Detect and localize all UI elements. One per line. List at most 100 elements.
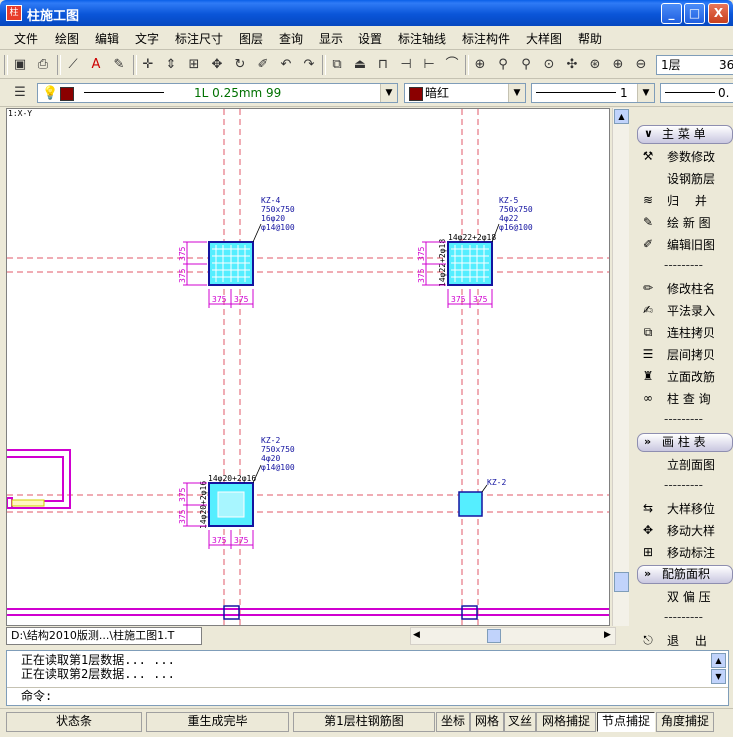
menu-layer[interactable]: 图层 — [239, 30, 263, 47]
undo-icon[interactable]: ↶ — [276, 55, 296, 75]
linetype-combo[interactable]: 0. — [660, 83, 733, 103]
menu-dimension[interactable]: 标注尺寸 — [175, 30, 223, 47]
scroll-up-icon[interactable]: ▲ — [614, 109, 629, 124]
drawing-canvas[interactable]: 1:X-Y KZ-4 750x750 16φ20 φ14@100 KZ-5 75… — [6, 108, 610, 626]
horizontal-scrollbar[interactable]: ◀ ▶ — [410, 627, 616, 645]
menu-draw[interactable]: 绘图 — [55, 30, 79, 47]
column-kz2[interactable]: KZ-2 750x750 4φ20 φ14@100 14φ20+2φ16 14φ… — [199, 436, 295, 529]
stretch-icon[interactable]: ⇕ — [161, 55, 181, 75]
menu-settings[interactable]: 设置 — [358, 30, 382, 47]
lineweight-combo[interactable]: 1 ▼ — [531, 83, 655, 103]
extend-icon[interactable]: ⊢ — [419, 55, 439, 75]
copy-icon[interactable]: ⧉ — [327, 55, 347, 75]
menu-column-query[interactable]: ∞ 柱 查 询 — [634, 387, 733, 409]
menu-text[interactable]: 文字 — [135, 30, 159, 47]
redo-icon[interactable]: ↷ — [299, 55, 319, 75]
toggle-grid[interactable]: 网格 — [470, 712, 504, 732]
menu-axis[interactable]: 标注轴线 — [398, 30, 446, 47]
zoom-realtime-icon[interactable]: ⚲ — [493, 55, 513, 75]
vertical-scrollbar[interactable]: ▲ — [612, 108, 629, 626]
status-bar: 状态条 重生成完毕 第1层柱钢筋图 坐标 网格 叉丝 网格捕捉 节点捕捉 角度捕… — [0, 708, 733, 737]
move-icon[interactable]: ✥ — [207, 55, 227, 75]
scroll-up-icon[interactable]: ▲ — [711, 653, 726, 668]
menu-set-rebar-layer[interactable]: 设钢筋层 — [634, 167, 733, 189]
menu-move-detail[interactable]: ✥ 移动大样 — [634, 519, 733, 541]
menu-elevation-rebar[interactable]: ♜ 立面改筋 — [634, 365, 733, 387]
minimize-button[interactable]: _ — [661, 3, 682, 24]
menu-floor-copy[interactable]: ☰ 层间拷贝 — [634, 343, 733, 365]
rotate-icon[interactable]: ↻ — [230, 55, 250, 75]
scroll-thumb[interactable] — [614, 572, 629, 592]
menu-divider: --------- — [664, 258, 703, 272]
dim-text: 375 — [417, 246, 426, 261]
polyline-icon[interactable]: ⟋ — [63, 55, 83, 75]
scroll-right-icon[interactable]: ▶ — [604, 630, 611, 640]
column-kz2-small[interactable]: KZ-2 — [458, 478, 506, 517]
toggle-coords[interactable]: 坐标 — [436, 712, 470, 732]
toggle-node-snap[interactable]: 节点捕捉 — [597, 712, 655, 732]
chevron-down-icon[interactable]: ▼ — [637, 84, 654, 102]
menu-section-view[interactable]: 立剖面图 — [634, 453, 733, 475]
break-icon[interactable]: ⊓ — [373, 55, 393, 75]
menu-merge[interactable]: ≋ 归 并 — [634, 189, 733, 211]
menu-move-label[interactable]: ⊞ 移动标注 — [634, 541, 733, 563]
expand-icon: » — [644, 435, 652, 448]
close-button[interactable]: X — [708, 3, 729, 24]
menu-detail-shift[interactable]: ⇆ 大样移位 — [634, 497, 733, 519]
array-icon[interactable]: ⊞ — [184, 55, 204, 75]
scroll-thumb[interactable] — [487, 629, 501, 643]
menu-rename-column[interactable]: ✏ 修改柱名 — [634, 277, 733, 299]
print-icon[interactable]: ⎙ — [33, 55, 53, 75]
chevron-down-icon[interactable]: ▼ — [380, 84, 397, 102]
menu-exit[interactable]: ⎋ 退 出 — [634, 629, 733, 651]
file-tab[interactable]: D:\结构2010版测...\柱施工图1.T — [6, 627, 202, 645]
zoom-previous-icon[interactable]: ⚲ — [516, 55, 536, 75]
menu-edit-old[interactable]: ✐ 编辑旧图 — [634, 233, 733, 255]
menu-flat-input[interactable]: ✍ 平法录入 — [634, 299, 733, 321]
chevron-down-icon[interactable]: ▼ — [508, 84, 525, 102]
rebar-area-header[interactable]: » 配筋面积 — [637, 565, 733, 584]
zoom-all-icon[interactable]: ⊛ — [585, 55, 605, 75]
scroll-down-icon[interactable]: ▼ — [711, 669, 726, 684]
pencil-icon[interactable]: ✎ — [109, 55, 129, 75]
toggle-angle-snap[interactable]: 角度捕捉 — [656, 712, 714, 732]
trim-icon[interactable]: ⊣ — [396, 55, 416, 75]
menu-display[interactable]: 显示 — [319, 30, 343, 47]
crosshair-icon[interactable]: ✛ — [138, 55, 158, 75]
menu-draw-new[interactable]: ✎ 绘 新 图 — [634, 211, 733, 233]
color-combo[interactable]: 暗红 ▼ — [404, 83, 526, 103]
edit-drawing-icon: ✐ — [642, 237, 654, 251]
menu-biaxial[interactable]: 双 偏 压 — [634, 585, 733, 607]
menu-file[interactable]: 文件 — [14, 30, 38, 47]
column-table-header[interactable]: » 画 柱 表 — [637, 433, 733, 452]
pan-icon[interactable]: ✣ — [562, 55, 582, 75]
toggle-crosshair[interactable]: 叉丝 — [504, 712, 536, 732]
layers-icon[interactable]: ☰ — [10, 83, 30, 103]
floor-select[interactable]: 1层 36 — [656, 55, 733, 75]
column-size: 750x750 — [261, 445, 295, 454]
maximize-button[interactable]: □ — [684, 3, 705, 24]
menu-param-modify[interactable]: ⚒ 参数修改 — [634, 145, 733, 167]
menu-column-copy[interactable]: ⧉ 连柱拷贝 — [634, 321, 733, 343]
mirror-icon[interactable]: ⏏ — [350, 55, 370, 75]
toggle-grid-snap[interactable]: 网格捕捉 — [536, 712, 596, 732]
command-input[interactable]: 命令: — [7, 687, 728, 705]
menu-edit[interactable]: 编辑 — [95, 30, 119, 47]
zoom-window-icon[interactable]: ⊕ — [470, 55, 490, 75]
erase-icon[interactable]: ✐ — [253, 55, 273, 75]
zoom-in-icon[interactable]: ⊕ — [608, 55, 628, 75]
menu-help[interactable]: 帮助 — [578, 30, 602, 47]
layer-combo[interactable]: 💡 1L 0.25mm 99 ▼ — [37, 83, 398, 103]
fillet-icon[interactable]: ⌒ — [442, 55, 462, 75]
menu-query[interactable]: 查询 — [279, 30, 303, 47]
zoom-out-icon[interactable]: ⊖ — [631, 55, 651, 75]
scroll-left-icon[interactable]: ◀ — [413, 630, 420, 640]
zoom-extents-icon[interactable]: ⊙ — [539, 55, 559, 75]
menu-member[interactable]: 标注构件 — [462, 30, 510, 47]
column-kz5[interactable]: KZ-5 750x750 4φ22 φ16@100 14φ22+2φ18 14φ… — [438, 196, 533, 287]
main-menu-header[interactable]: ∨ 主 菜 单 — [637, 125, 733, 144]
menu-detail[interactable]: 大样图 — [526, 30, 562, 47]
text-style-icon[interactable]: A — [86, 55, 106, 75]
command-window[interactable]: 正在读取第1层数据... ... 正在读取第2层数据... ... ▲ ▼ 命令… — [6, 650, 729, 706]
save-icon[interactable]: ▣ — [10, 55, 30, 75]
